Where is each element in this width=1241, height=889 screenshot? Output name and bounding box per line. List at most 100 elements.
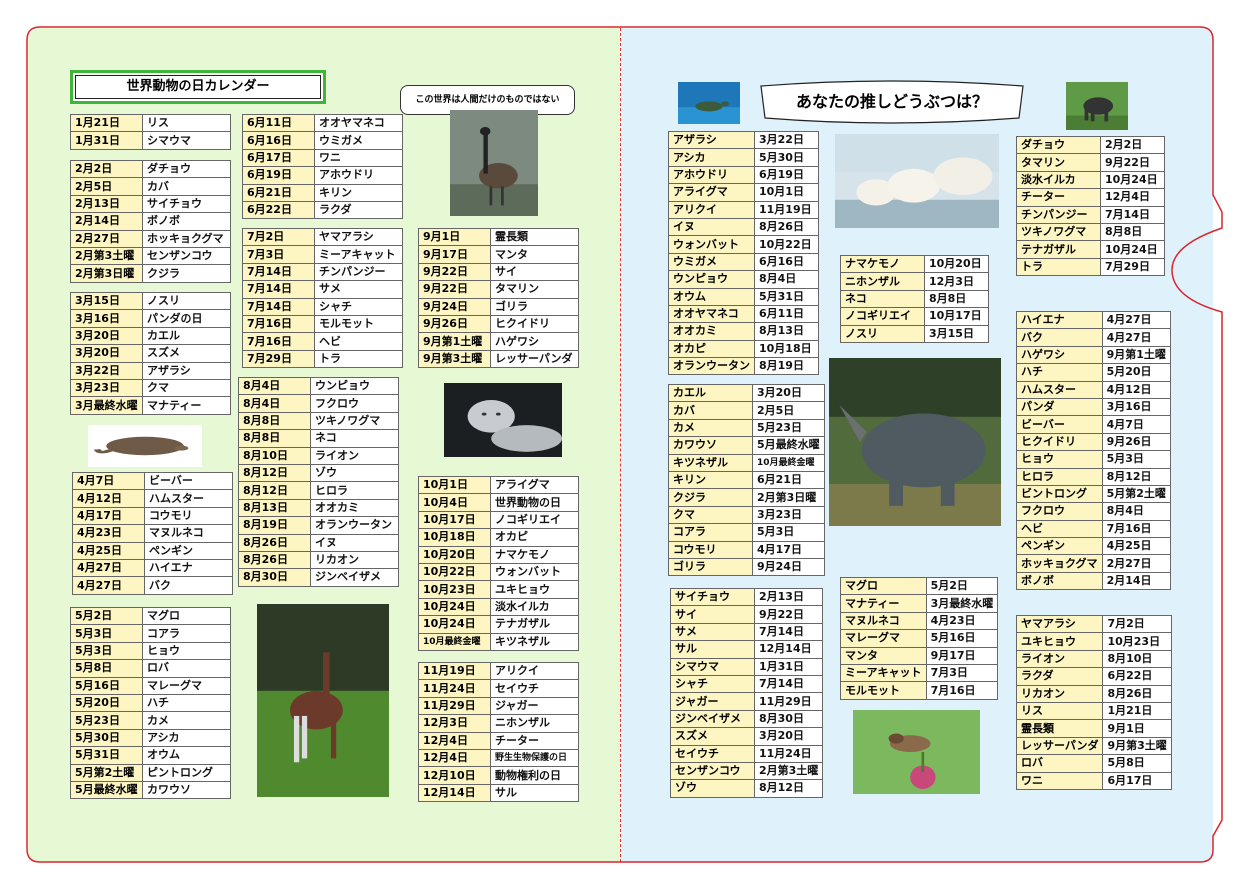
animal-cell: ボノボ <box>1016 571 1103 591</box>
animal-cell: セイウチ <box>670 744 755 763</box>
table-row: ジャガー 11月29日 <box>670 692 824 711</box>
date-cell: 7月14日 <box>1100 205 1165 224</box>
animal-cell: トラ <box>1016 257 1101 277</box>
animal-cell: パンダ <box>1016 397 1103 417</box>
animal-cell: ビントロング <box>1016 484 1103 504</box>
date-cell: 5月3日 <box>752 523 825 542</box>
animal-cell: サイ <box>490 262 579 282</box>
table-row: 2月第3土曜 センザンコウ <box>70 246 231 266</box>
date-cell: 6月17日 <box>1102 771 1172 790</box>
date-cell: 5月31日 <box>70 746 143 765</box>
date-cell: 10月24日 <box>1100 240 1165 259</box>
table-row: 5月3日 ヒョウ <box>70 641 231 661</box>
animal-cell: アシカ <box>668 148 755 167</box>
table-row: 2月13日 サイチョウ <box>70 194 231 214</box>
date-cell: 10月20日 <box>924 254 989 274</box>
animal-cell: パンダの日 <box>142 309 231 328</box>
animal-cell: ラクダ <box>1015 667 1104 686</box>
animal-cell: ナマケモノ <box>840 254 925 274</box>
date-cell: 6月22日 <box>1102 667 1172 686</box>
animal-cell: ウンピョウ <box>310 376 399 396</box>
date-cell: 12月4日 <box>418 731 491 750</box>
animal-cell: タマリン <box>490 280 579 299</box>
date-cell: 11月19日 <box>418 661 491 681</box>
animal-cell: ニホンザル <box>840 272 925 291</box>
table-row: ロバ 5月8日 <box>1015 754 1172 773</box>
table-row: カメ 5月23日 <box>668 418 825 438</box>
animal-cell: 霊長類 <box>490 227 579 247</box>
table-row: カバ 2月5日 <box>668 401 825 420</box>
calendar-table-9: 10月1日 アライグマ 10月4日 世界動物の日 10月17日 ノコギリエイ 10月18日オ… <box>418 475 579 651</box>
animal-cell: アライグマ <box>668 183 755 202</box>
animal-cell: テナガザル <box>490 615 579 634</box>
animal-cell: ジャガー <box>490 696 579 716</box>
table-row: ワニ 6月17日 <box>1015 771 1172 790</box>
table-row: レッサーパンダ 9月第3土曜 <box>1015 736 1172 756</box>
date-cell: 6月19日 <box>242 166 315 185</box>
table-row: アライグマ 10月1日 <box>668 183 819 202</box>
table-row: 4月17日 コウモリ <box>72 506 233 526</box>
sea-turtle-photo <box>678 82 740 124</box>
calendar-title: 世界動物の日カレンダー <box>70 70 326 104</box>
date-cell: 2月第3土曜 <box>753 761 824 781</box>
table-row: 6月21日 キリン <box>242 183 403 202</box>
table-row: スズメ 3月20日 <box>670 727 824 746</box>
animal-cell: サイチョウ <box>670 587 755 607</box>
date-cell: 5月23日 <box>752 418 825 438</box>
table-row: チーター 12月4日 <box>1016 188 1165 207</box>
date-cell: 9月1日 <box>418 227 491 247</box>
table-row: 4月27日 バク <box>72 576 233 595</box>
date-cell: 10月18日 <box>418 528 491 547</box>
date-cell: 8月8日 <box>238 411 311 431</box>
date-cell: 8月4日 <box>238 394 311 413</box>
date-cell: 2月14日 <box>70 212 143 231</box>
animal-cell: ヘビ <box>1016 519 1103 539</box>
table-row: ユキヒョウ 10月23日 <box>1015 632 1172 651</box>
animal-cell: キツネザル <box>668 453 753 472</box>
table-row: 7月14日 チンパンジー <box>242 262 403 282</box>
date-cell: 8月13日 <box>754 322 819 341</box>
table-row: 3月23日 クマ <box>70 378 231 398</box>
animal-cell: ハムスター <box>144 489 233 508</box>
animal-cell: アザラシ <box>668 130 755 150</box>
table-row: モルモット 7月16日 <box>840 681 999 700</box>
date-cell: 6月17日 <box>242 148 315 168</box>
table-row: 8月12日 ゾウ <box>238 463 399 483</box>
date-cell: 10月22日 <box>754 235 819 254</box>
animal-cell: ヒョウ <box>1016 450 1103 469</box>
table-row: 6月16日 ウミガメ <box>242 131 403 150</box>
animal-cell: シマウマ <box>670 657 755 676</box>
animal-cell: バク <box>1016 328 1103 347</box>
date-cell: 7月3日 <box>242 245 315 264</box>
date-cell: 9月24日 <box>752 557 825 577</box>
date-cell: 5月3日 <box>1101 450 1171 469</box>
animal-cell: シャチ <box>670 674 755 694</box>
date-cell: 5月16日 <box>925 629 999 648</box>
table-row: ウンピョウ 8月4日 <box>668 270 819 289</box>
animal-cell: サル <box>490 783 579 803</box>
date-cell: 10月24日 <box>418 615 491 634</box>
animal-cell: ゾウ <box>670 779 755 798</box>
table-row: 12月3日 ニホンザル <box>418 714 579 733</box>
table-row: マレーグマ 5月16日 <box>840 629 999 648</box>
table-row: 4月27日 ハイエナ <box>72 558 233 578</box>
table-row: 12月14日 サル <box>418 783 579 803</box>
date-cell: 7月16日 <box>925 681 999 700</box>
animal-cell: ウミガメ <box>314 131 403 150</box>
date-cell: 2月5日 <box>70 177 143 196</box>
date-cell: 8月26日 <box>1102 684 1172 703</box>
table-row: ボノボ 2月14日 <box>1016 571 1171 591</box>
table-row: 11月29日 ジャガー <box>418 696 579 716</box>
date-cell: 12月4日 <box>418 748 491 768</box>
date-cell: 5月2日 <box>925 576 999 596</box>
date-cell: 1月21日 <box>70 113 143 133</box>
animal-cell: ヒクイドリ <box>1016 432 1103 452</box>
date-cell: 4月7日 <box>1101 415 1171 434</box>
table-row: 9月17日 マンタ <box>418 245 579 264</box>
date-cell: 3月最終水曜 <box>70 396 143 415</box>
table-row: 3月20日 スズメ <box>70 344 231 363</box>
animal-cell: チンパンジー <box>1016 205 1101 224</box>
table-row: ペンギン 4月25日 <box>1016 537 1171 556</box>
table-row: 12月4日 野生生物保護の日 <box>418 748 579 768</box>
animal-cell: ユキヒョウ <box>490 580 579 599</box>
